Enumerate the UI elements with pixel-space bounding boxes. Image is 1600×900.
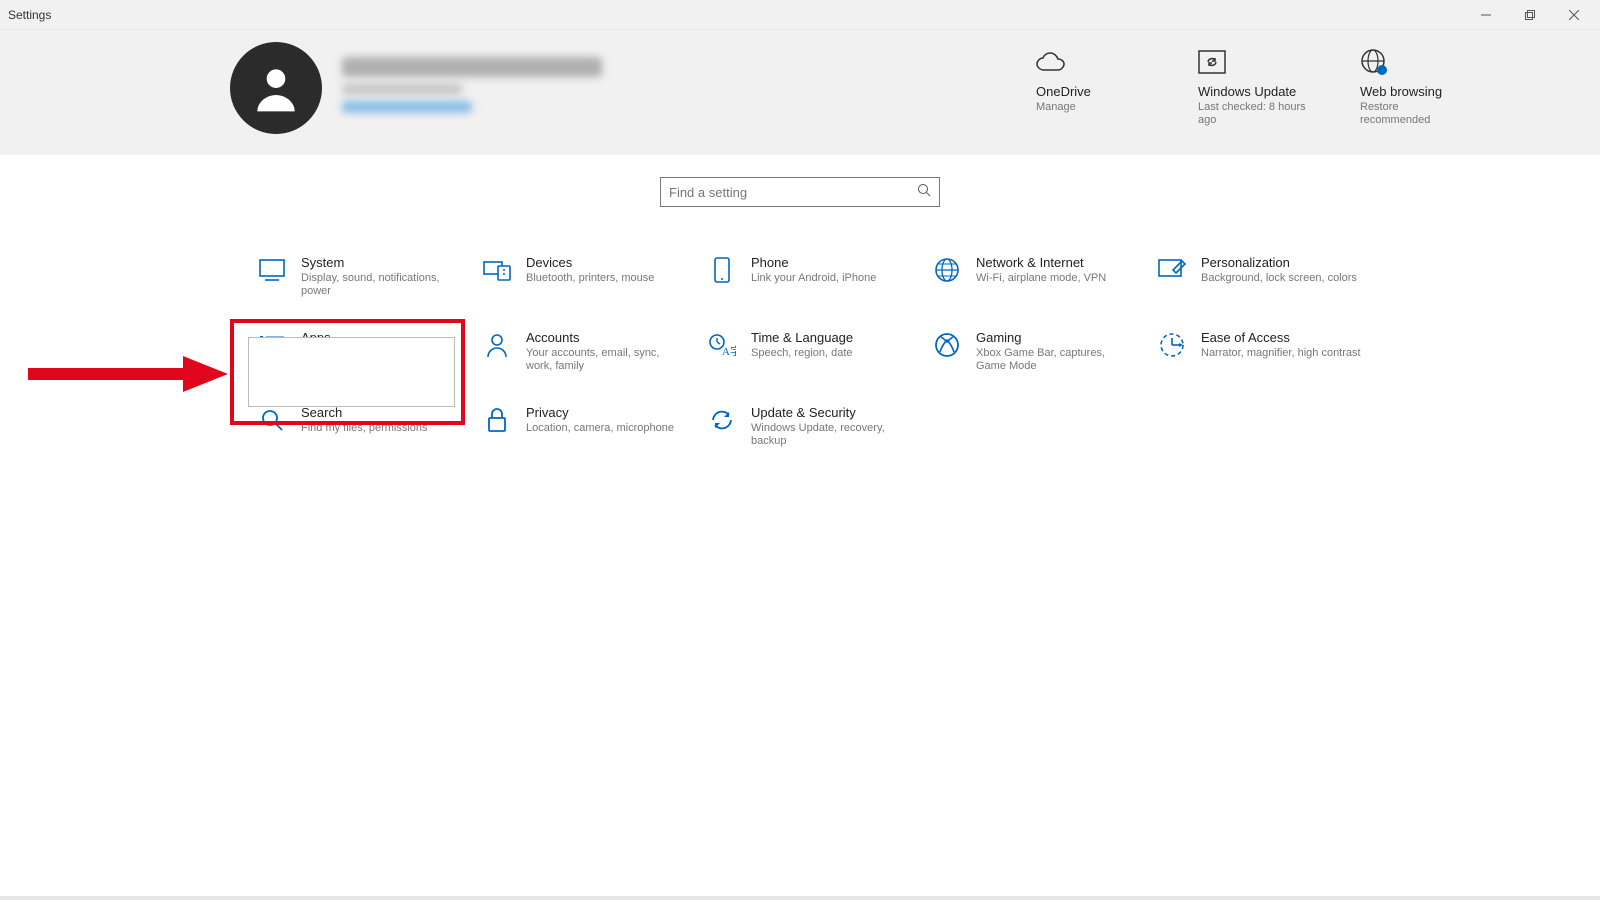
annotation-arrow: [28, 354, 228, 394]
search-box[interactable]: [660, 177, 940, 207]
lock-icon: [482, 405, 512, 435]
bottom-edge: [0, 896, 1600, 900]
category-title: Update & Security: [751, 405, 911, 420]
status-web-browsing[interactable]: Web browsing Restore recommended: [1360, 44, 1470, 127]
svg-text:A字: A字: [722, 344, 736, 357]
category-desc: Xbox Game Bar, captures, Game Mode: [976, 347, 1136, 373]
category-search[interactable]: Search Find my files, permissions: [257, 405, 482, 448]
status-desc: Last checked: 8 hours ago: [1198, 101, 1308, 127]
category-system[interactable]: System Display, sound, notifications, po…: [257, 255, 482, 298]
cloud-icon: [1036, 44, 1066, 80]
category-desc: Link your Android, iPhone: [751, 272, 876, 285]
category-desc: Background, lock screen, colors: [1201, 272, 1357, 285]
title-bar: Settings: [0, 0, 1600, 30]
category-desc: Windows Update, recovery, backup: [751, 422, 911, 448]
avatar: [230, 42, 322, 134]
category-desc: Bluetooth, printers, mouse: [526, 272, 654, 285]
category-desc: Find my files, permissions: [301, 422, 428, 435]
update-sync-icon: [1198, 44, 1226, 80]
category-title: Personalization: [1201, 255, 1357, 270]
window-title: Settings: [8, 8, 51, 22]
category-phone[interactable]: Phone Link your Android, iPhone: [707, 255, 932, 298]
ease-of-access-icon: [1157, 330, 1187, 360]
category-update-security[interactable]: Update & Security Windows Update, recove…: [707, 405, 932, 448]
globe-icon: [1360, 44, 1388, 80]
category-personalization[interactable]: Personalization Background, lock screen,…: [1157, 255, 1382, 298]
category-title: Search: [301, 405, 428, 420]
monitor-icon: [257, 255, 287, 285]
search-icon: [257, 405, 287, 435]
devices-icon: [482, 255, 512, 285]
status-title: Web browsing: [1360, 84, 1442, 99]
category-title: Ease of Access: [1201, 330, 1361, 345]
category-privacy[interactable]: Privacy Location, camera, microphone: [482, 405, 707, 448]
window-controls: [1464, 0, 1596, 30]
category-desc: Uninstall, defaults, optional features: [301, 347, 461, 373]
search-icon: [917, 183, 931, 202]
category-devices[interactable]: Devices Bluetooth, printers, mouse: [482, 255, 707, 298]
apps-list-icon: [257, 330, 287, 360]
category-network[interactable]: Network & Internet Wi-Fi, airplane mode,…: [932, 255, 1157, 298]
status-desc: Restore recommended: [1360, 101, 1470, 127]
category-accounts[interactable]: Accounts Your accounts, email, sync, wor…: [482, 330, 707, 373]
category-title: Time & Language: [751, 330, 853, 345]
account-section[interactable]: [230, 42, 602, 134]
category-grid: System Display, sound, notifications, po…: [257, 255, 1382, 448]
category-gaming[interactable]: Gaming Xbox Game Bar, captures, Game Mod…: [932, 330, 1157, 373]
category-desc: Speech, region, date: [751, 347, 853, 360]
status-onedrive[interactable]: OneDrive Manage: [1036, 44, 1146, 127]
xbox-icon: [932, 330, 962, 360]
time-language-icon: A字: [707, 330, 737, 360]
category-ease-of-access[interactable]: Ease of Access Narrator, magnifier, high…: [1157, 330, 1382, 373]
status-desc: Manage: [1036, 101, 1076, 114]
category-desc: Your accounts, email, sync, work, family: [526, 347, 686, 373]
category-title: Network & Internet: [976, 255, 1106, 270]
search-input[interactable]: [669, 185, 917, 200]
search-wrap: [0, 155, 1600, 207]
phone-icon: [707, 255, 737, 285]
category-desc: Location, camera, microphone: [526, 422, 674, 435]
category-title: Gaming: [976, 330, 1136, 345]
account-text-redacted: [342, 57, 602, 119]
close-button[interactable]: [1552, 0, 1596, 30]
category-title: Phone: [751, 255, 876, 270]
category-title: Privacy: [526, 405, 674, 420]
category-desc: Display, sound, notifications, power: [301, 272, 461, 298]
status-title: Windows Update: [1198, 84, 1296, 99]
personalization-icon: [1157, 255, 1187, 285]
status-windows-update[interactable]: Windows Update Last checked: 8 hours ago: [1198, 44, 1308, 127]
category-desc: Narrator, magnifier, high contrast: [1201, 347, 1361, 360]
globe-icon: [932, 255, 962, 285]
category-title: Accounts: [526, 330, 686, 345]
maximize-button[interactable]: [1508, 0, 1552, 30]
minimize-button[interactable]: [1464, 0, 1508, 30]
sync-icon: [707, 405, 737, 435]
person-icon: [482, 330, 512, 360]
header-band: OneDrive Manage Windows Update Last chec…: [0, 30, 1600, 155]
status-title: OneDrive: [1036, 84, 1091, 99]
category-title: Apps: [301, 330, 461, 345]
category-time-language[interactable]: A字 Time & Language Speech, region, date: [707, 330, 932, 373]
category-desc: Wi-Fi, airplane mode, VPN: [976, 272, 1106, 285]
category-title: System: [301, 255, 461, 270]
category-title: Devices: [526, 255, 654, 270]
status-row: OneDrive Manage Windows Update Last chec…: [1036, 44, 1470, 127]
category-apps[interactable]: Apps Uninstall, defaults, optional featu…: [257, 330, 482, 373]
